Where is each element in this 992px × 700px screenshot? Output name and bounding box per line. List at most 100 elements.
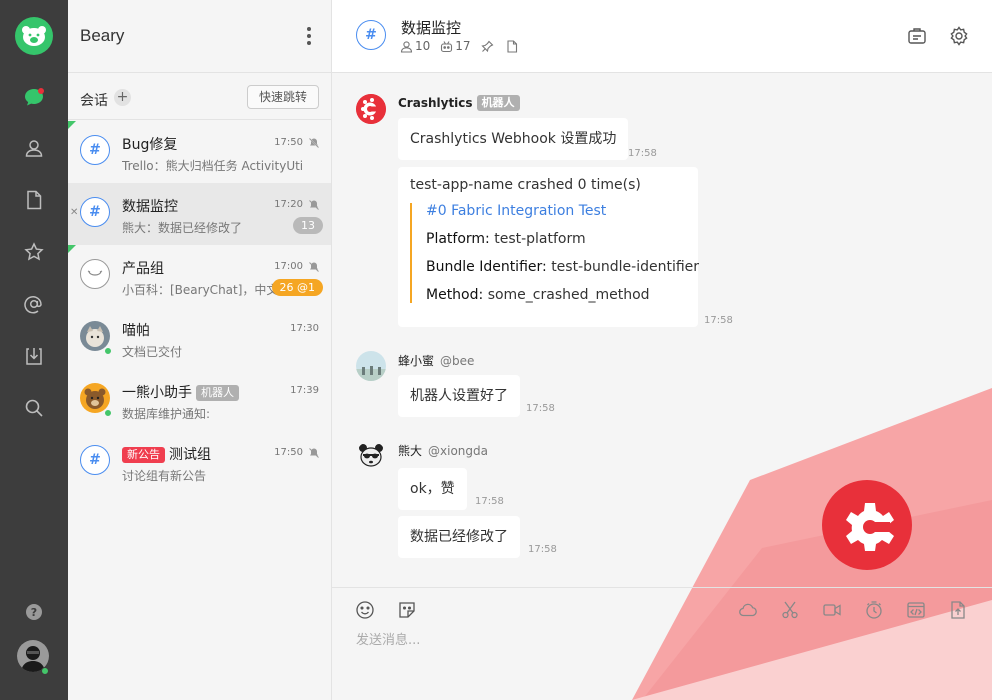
bot-tag: 机器人 — [196, 385, 239, 401]
unread-mention-badge: 26 @1 — [271, 279, 323, 296]
panda-avatar[interactable] — [356, 441, 386, 471]
field-key: Method: — [426, 287, 484, 303]
unread-count-badge: 13 — [293, 217, 323, 234]
download-icon[interactable] — [22, 344, 46, 368]
channel-name: Bug修复 — [122, 137, 178, 153]
channel-header: # 数据监控 10 17 — [332, 0, 992, 73]
channel-item-product[interactable]: 产品组 17:00 小百科：[BearyChat]，中文字 26 @1 — [68, 245, 331, 307]
sticker-icon[interactable] — [397, 600, 417, 620]
add-conversation-icon[interactable]: + — [114, 89, 131, 106]
help-icon[interactable]: ? — [26, 604, 42, 620]
channel-item-miaopa[interactable]: 喵帕 17:30 文档已交付 — [68, 307, 331, 369]
timer-icon[interactable] — [864, 600, 884, 620]
channel-item-data-monitor[interactable]: ✕ # 数据监控 17:20 熊大：数据已经修改了 13 — [68, 183, 331, 245]
bee-avatar[interactable] — [356, 351, 386, 381]
channel-panel: Beary 会话 + 快速跳转 # Bug修复 17:50 Trello：熊大归… — [68, 0, 332, 700]
close-icon[interactable]: ✕ — [70, 207, 78, 218]
field-key: Bundle Identifier: — [426, 259, 547, 275]
crash-attachment: #0 Fabric Integration Test Platform: tes… — [410, 203, 699, 303]
message-bubble: ok，赞 — [398, 468, 467, 510]
channel-name: 产品组 — [122, 261, 164, 277]
sender-handle: @bee — [440, 354, 475, 368]
robot-icon — [441, 40, 453, 52]
crashlytics-avatar[interactable] — [356, 94, 386, 124]
message-sender[interactable]: 蜂小蜜 @bee — [398, 352, 474, 369]
quick-jump-button[interactable]: 快速跳转 — [246, 85, 319, 109]
channel-title: 数据监控 — [401, 19, 462, 37]
emoji-icon[interactable] — [355, 600, 375, 620]
channel-item-test[interactable]: # 新公告 测试组 17:50 讨论组有新公告 — [68, 431, 331, 493]
bots-count[interactable]: 17 — [440, 39, 471, 53]
message-time: 17:58 — [475, 496, 504, 507]
channel-time: 17:39 — [290, 385, 319, 396]
channel-time: 17:00 — [274, 261, 303, 272]
contacts-icon[interactable] — [22, 136, 46, 160]
inbox-icon[interactable] — [907, 26, 927, 46]
announcement-tag: 新公告 — [122, 447, 165, 463]
channel-preview: 熊大：数据已经修改了 — [122, 221, 243, 235]
left-rail: ? — [0, 0, 68, 700]
message-sender[interactable]: Crashlytics 机器人 — [398, 95, 520, 111]
upload-icon[interactable] — [948, 600, 968, 620]
chat-main: # 数据监控 10 17 Crashlytics 机器人 Crashlytics… — [332, 0, 992, 700]
channel-time: 17:20 — [274, 199, 303, 210]
team-header: Beary — [68, 0, 331, 73]
chat-icon[interactable] — [22, 85, 46, 109]
settings-gear-icon[interactable] — [949, 26, 969, 46]
message-input[interactable]: 发送消息... — [356, 629, 420, 648]
sender-name: Crashlytics — [398, 96, 473, 110]
channel-time: 17:30 — [290, 323, 319, 334]
search-icon[interactable] — [22, 396, 46, 420]
message-sender[interactable]: 熊大 @xiongda — [398, 442, 488, 459]
sender-handle: @xiongda — [428, 444, 488, 458]
channel-name-text: 一熊小助手 — [122, 385, 192, 401]
mute-bell-icon — [309, 262, 319, 272]
channel-hash-icon: # — [356, 20, 386, 50]
channel-item-assistant[interactable]: 一熊小助手 机器人 17:39 数据库维护通知: — [68, 369, 331, 431]
mute-bell-icon — [309, 200, 319, 210]
bot-tag: 机器人 — [476, 95, 520, 111]
message-time: 17:58 — [628, 148, 657, 159]
conversations-header: 会话 + 快速跳转 — [68, 73, 331, 120]
team-name[interactable]: Beary — [80, 26, 124, 46]
members-value: 10 — [415, 39, 431, 53]
crash-summary: test-app-name crashed 0 time(s) — [410, 177, 641, 193]
channel-preview: 文档已交付 — [122, 345, 183, 359]
channel-preview: 讨论组有新公告 — [122, 469, 207, 483]
channel-meta: 10 17 — [400, 39, 530, 53]
pin-icon[interactable] — [480, 40, 496, 53]
attachment-title-link[interactable]: #0 Fabric Integration Test — [426, 203, 686, 219]
field-value: some_crashed_method — [487, 287, 650, 303]
members-count[interactable]: 10 — [400, 39, 430, 53]
field-value: test-platform — [494, 231, 586, 247]
message-time: 17:58 — [526, 403, 555, 414]
channel-preview: Trello：熊大归档任务 ActivityUtil — [122, 159, 302, 173]
more-icon[interactable] — [307, 27, 311, 48]
smile-face-icon — [80, 259, 110, 289]
message-time: 17:58 — [528, 544, 557, 555]
channel-hash-icon: # — [80, 445, 110, 475]
video-icon[interactable] — [822, 600, 842, 620]
message-bubble: 数据已经修改了 — [398, 516, 520, 558]
message-time: 17:58 — [704, 315, 733, 326]
bundle-field: Bundle Identifier: test-bundle-identifie… — [426, 259, 699, 275]
code-icon[interactable] — [906, 600, 926, 620]
channel-item-bug[interactable]: # Bug修复 17:50 Trello：熊大归档任务 ActivityUtil — [68, 121, 331, 183]
platform-field: Platform: test-platform — [426, 231, 686, 247]
mute-bell-icon — [309, 448, 319, 458]
mention-icon[interactable] — [22, 292, 46, 316]
online-status-dot — [41, 667, 49, 675]
unread-marker — [68, 121, 76, 129]
channel-name: 喵帕 — [122, 323, 150, 339]
sender-name: 蜂小蜜 — [398, 354, 435, 368]
cloud-icon[interactable] — [738, 600, 758, 620]
channel-name-text: 测试组 — [169, 447, 211, 463]
files-icon[interactable] — [22, 188, 46, 212]
star-icon[interactable] — [22, 240, 46, 264]
file-icon[interactable] — [506, 39, 520, 53]
scissors-icon[interactable] — [780, 600, 800, 620]
channel-time: 17:50 — [274, 137, 303, 148]
bear-logo-icon[interactable] — [15, 17, 53, 55]
field-key: Platform: — [426, 231, 490, 247]
channel-time: 17:50 — [274, 447, 303, 458]
